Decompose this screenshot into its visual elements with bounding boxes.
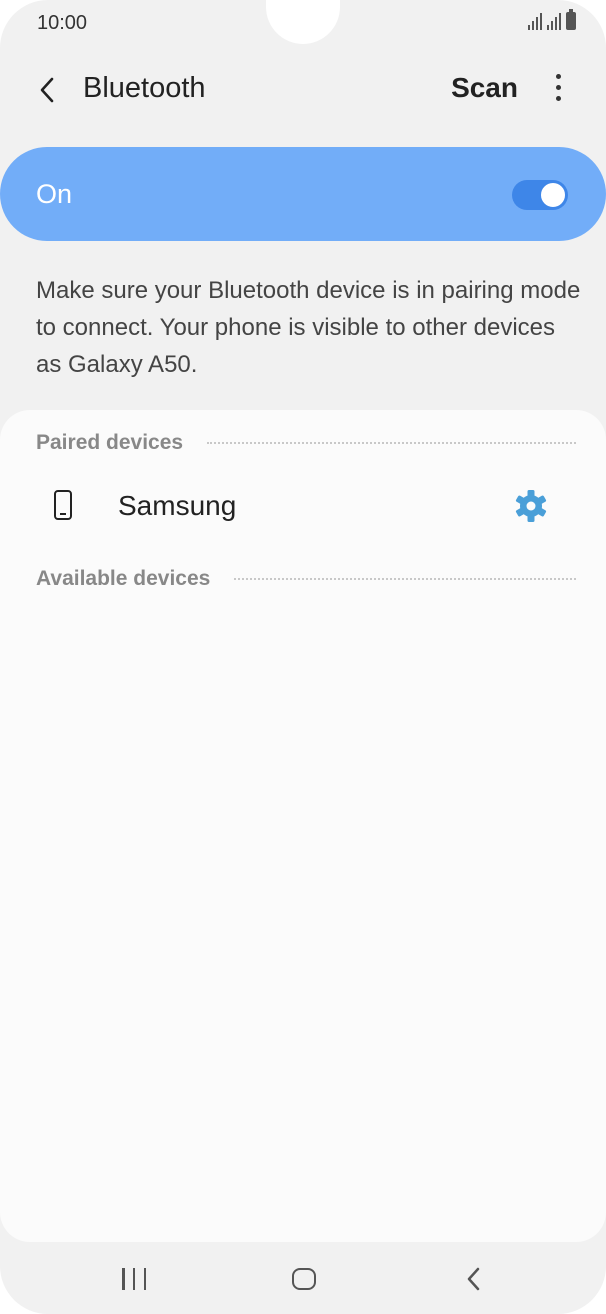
- bluetooth-master-switch[interactable]: On: [0, 147, 606, 241]
- device-settings-button[interactable]: [513, 488, 549, 524]
- scan-button[interactable]: Scan: [451, 72, 518, 104]
- page-title: Bluetooth: [83, 72, 206, 104]
- switch-label: On: [36, 179, 73, 209]
- device-name: Samsung: [118, 490, 237, 521]
- dotted-divider: [207, 442, 576, 444]
- toggle-knob: [539, 181, 567, 209]
- bluetooth-toggle[interactable]: [512, 180, 568, 210]
- section-title: Available devices: [36, 567, 211, 590]
- battery-icon: [566, 9, 576, 30]
- camera-notch: [266, 0, 340, 44]
- pairing-description: Make sure your Bluetooth device is in pa…: [36, 277, 581, 378]
- home-icon[interactable]: [292, 1268, 316, 1290]
- paired-devices-header: Paired devices: [36, 431, 576, 455]
- navigation-bar: [0, 1244, 606, 1314]
- back-button[interactable]: [30, 70, 70, 110]
- phone-screen: 10:00 Bluetooth Scan On Make sure your B…: [0, 0, 606, 1314]
- signal-icon: [547, 12, 561, 30]
- recent-apps-icon[interactable]: [122, 1268, 146, 1290]
- paired-device-row[interactable]: Samsung: [0, 466, 606, 548]
- settings-gear-icon: [515, 490, 547, 522]
- status-time: 10:00: [37, 12, 88, 34]
- back-icon[interactable]: [462, 1266, 486, 1292]
- signal-icon: [528, 12, 542, 30]
- smartphone-icon: [54, 490, 72, 520]
- status-icons: [528, 9, 576, 30]
- chevron-left-icon: [40, 77, 54, 103]
- app-bar: Bluetooth Scan: [0, 60, 606, 120]
- section-title: Paired devices: [36, 431, 184, 454]
- dotted-divider: [234, 578, 576, 580]
- more-options-icon[interactable]: [546, 74, 570, 104]
- available-devices-header: Available devices: [36, 567, 576, 591]
